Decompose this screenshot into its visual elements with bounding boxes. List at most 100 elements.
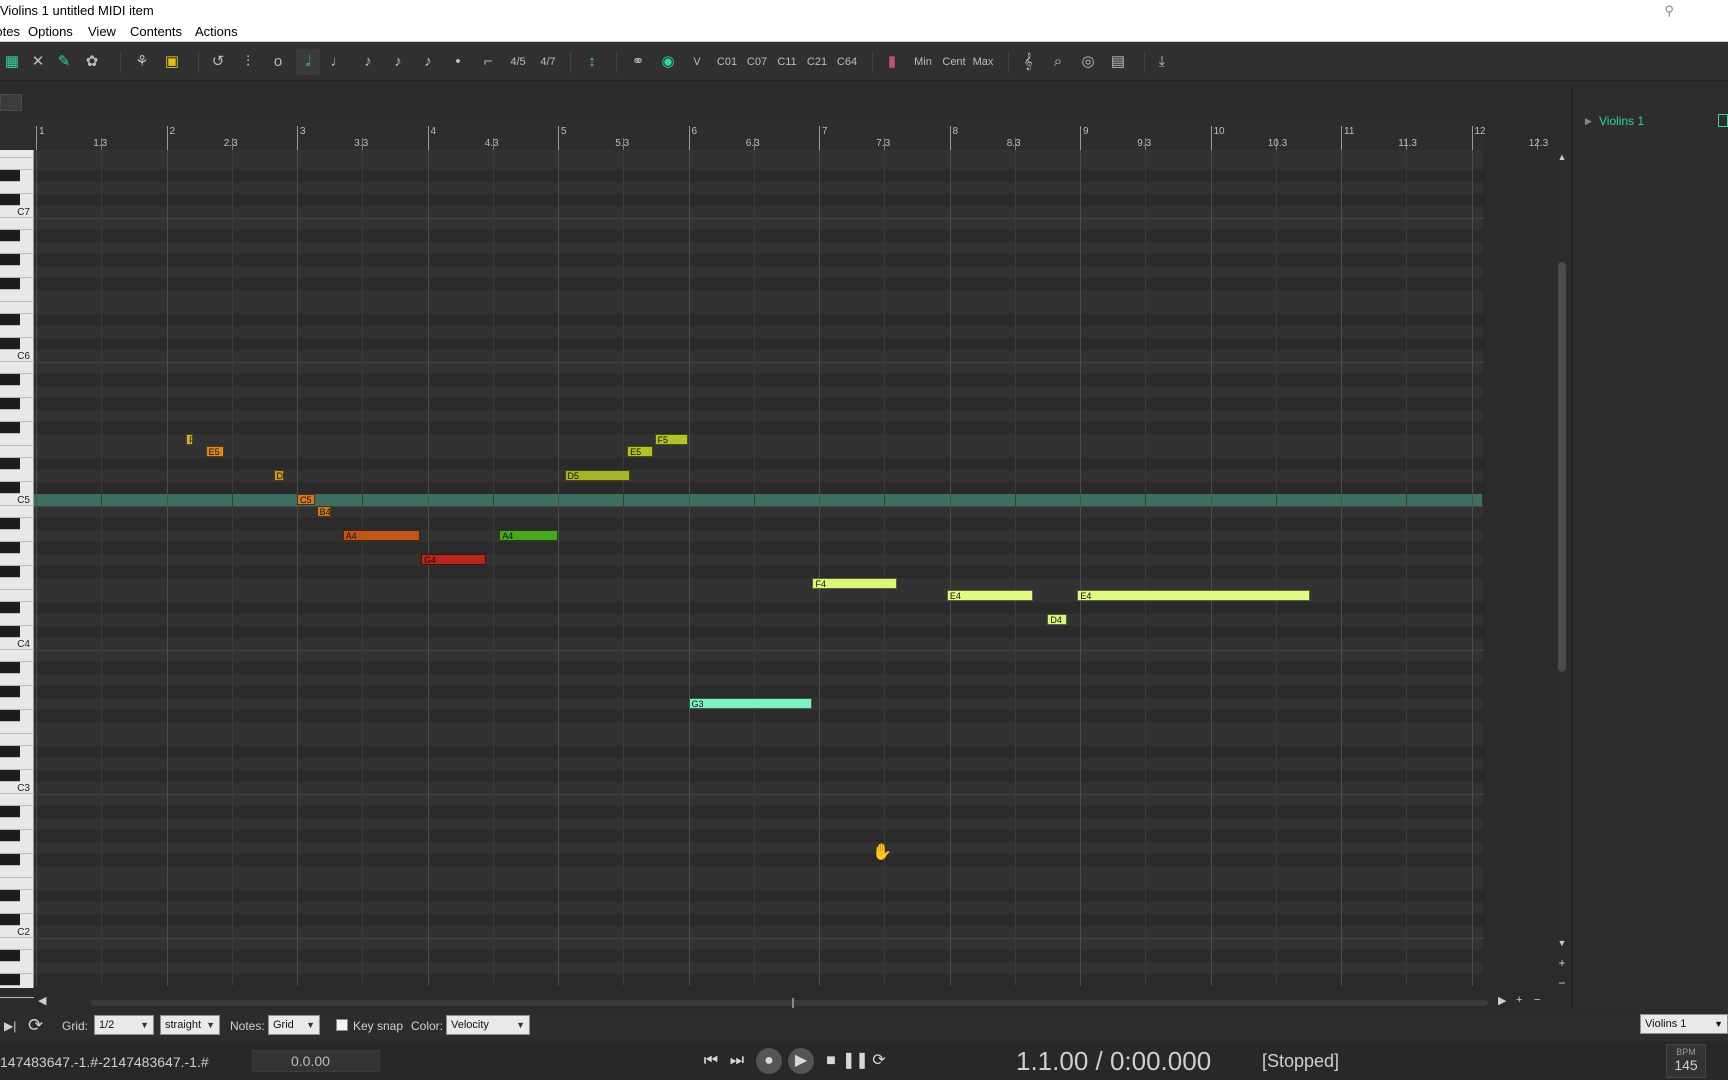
piano-key[interactable] xyxy=(0,218,34,230)
piano-key[interactable] xyxy=(0,590,34,602)
midi-note[interactable]: A4 xyxy=(342,530,420,541)
track-name-violins[interactable]: Violins 1 xyxy=(1599,114,1644,128)
piano-key[interactable] xyxy=(0,806,20,818)
repeat-button[interactable]: ⟳ xyxy=(866,1048,892,1074)
piano-key[interactable] xyxy=(0,830,20,842)
midi-note[interactable]: A4 xyxy=(499,530,558,541)
go-to-start-icon[interactable]: ⏮ xyxy=(698,1048,724,1074)
thirtysecond-note-icon[interactable]: ♪ xyxy=(416,49,440,75)
piano-key[interactable] xyxy=(0,482,20,494)
scroll-right-icon[interactable]: ▶ xyxy=(1498,994,1506,1007)
piano-key[interactable] xyxy=(0,194,20,206)
piano-key[interactable] xyxy=(0,254,20,266)
piano-key[interactable] xyxy=(0,374,20,386)
piano-key[interactable] xyxy=(0,734,34,746)
piano-key[interactable] xyxy=(0,602,20,614)
key-snap-checkbox[interactable] xyxy=(336,1019,348,1031)
half-note-icon[interactable]: 𝅗𝅥 xyxy=(296,49,320,75)
go-to-end-icon[interactable]: ⏭ xyxy=(724,1048,750,1074)
piano-key[interactable] xyxy=(0,902,34,914)
cent-button[interactable]: Cent xyxy=(940,49,968,75)
piano-key[interactable] xyxy=(0,470,34,482)
vertical-scrollbar[interactable]: ▲ ▼ xyxy=(1556,150,1568,952)
scroll-up-icon[interactable]: ▲ xyxy=(1556,152,1568,162)
eighth-note-icon[interactable]: ♪ xyxy=(356,49,380,75)
grid-view-icon[interactable]: ▦ xyxy=(0,49,24,75)
whole-note-icon[interactable]: o xyxy=(266,49,290,75)
piano-key[interactable] xyxy=(0,530,34,542)
midi-note[interactable]: F5 xyxy=(654,434,689,445)
select-tool-icon[interactable]: ✕ xyxy=(26,49,50,75)
piano-key[interactable] xyxy=(0,986,34,998)
menu-options[interactable]: Options xyxy=(28,22,73,42)
piano-key[interactable] xyxy=(0,266,34,278)
piano-key[interactable] xyxy=(0,626,20,638)
midi-note[interactable]: E4 xyxy=(946,590,1033,601)
midi-note[interactable]: D5 xyxy=(273,470,284,481)
eye-icon[interactable]: ◉ xyxy=(656,49,680,75)
piano-key[interactable] xyxy=(0,758,34,770)
piano-key[interactable] xyxy=(0,446,34,458)
piano-key[interactable] xyxy=(0,950,20,962)
midi-note[interactable]: E5 xyxy=(205,446,224,457)
stop-button[interactable]: ■ xyxy=(818,1048,844,1074)
pause-button[interactable]: ❚❚ xyxy=(842,1048,869,1074)
piano-key[interactable] xyxy=(0,566,20,578)
piano-key[interactable] xyxy=(0,158,34,170)
midi-item-icon[interactable]: ▣ xyxy=(160,49,184,75)
menu-view[interactable]: View xyxy=(88,22,116,42)
zoom-in-icon[interactable]: + xyxy=(1556,956,1568,970)
piano-key[interactable] xyxy=(0,542,20,554)
record-button[interactable]: ● xyxy=(756,1048,782,1074)
draw-tool-icon[interactable]: ✎ xyxy=(52,49,76,75)
horizontal-scrollbar[interactable]: ◀ ▶ + − xyxy=(34,986,1556,1010)
zoom-out-icon[interactable]: − xyxy=(1556,976,1568,990)
treble-clef-icon[interactable]: 𝄞 xyxy=(1016,49,1040,75)
piano-key[interactable] xyxy=(0,614,34,626)
loop-icon[interactable]: ↺ xyxy=(206,49,230,75)
piano-key[interactable] xyxy=(0,386,34,398)
grid-icon[interactable]: ⫶ xyxy=(236,49,260,75)
import-icon[interactable]: ⤓ xyxy=(1150,49,1174,75)
note-color-select[interactable]: Velocity ▼ xyxy=(446,1015,530,1035)
grid-size-select[interactable]: 1/2 ▼ xyxy=(94,1015,154,1035)
timeline-ruler[interactable]: 1 2 3 4 5 6 7 8 9 10 11 12 1.3 2.3 3.3 4.3 5.3 6.3 7.3 8.3 9… xyxy=(0,120,1548,150)
triplet-icon[interactable]: ⌐ xyxy=(476,49,500,75)
midi-note[interactable]: E5 xyxy=(627,446,654,457)
magnifier-icon[interactable]: ⌕ xyxy=(1046,49,1070,75)
cc-c01-button[interactable]: C01 xyxy=(714,49,740,75)
piano-key[interactable] xyxy=(0,278,20,290)
dotted-icon[interactable]: • xyxy=(446,49,470,75)
record-target-icon[interactable]: ◎ xyxy=(1076,49,1100,75)
midi-note[interactable]: G3 xyxy=(688,698,813,709)
piano-key[interactable] xyxy=(0,914,20,926)
pin-icon[interactable]: ⚲ xyxy=(1664,0,1674,22)
piano-key[interactable] xyxy=(0,842,34,854)
piano-key[interactable] xyxy=(0,974,20,986)
bar-graph-icon[interactable]: ▮ xyxy=(880,49,904,75)
swing-4-7-button[interactable]: 4/7 xyxy=(536,49,560,75)
expand-arrow-icon[interactable]: ▶ xyxy=(1585,116,1592,127)
midi-note[interactable]: F5 xyxy=(186,434,193,445)
horizontal-scroll-track[interactable] xyxy=(90,1000,1488,1006)
vertical-scroll-thumb[interactable] xyxy=(1558,262,1566,672)
menu-notes[interactable]: Notes xyxy=(0,22,20,42)
play-button[interactable]: ▶ xyxy=(788,1048,814,1074)
cc-c64-button[interactable]: C64 xyxy=(834,49,860,75)
piano-key[interactable] xyxy=(0,722,34,734)
quarter-note-icon[interactable]: ♩ xyxy=(326,49,350,75)
piano-key[interactable] xyxy=(0,170,20,182)
piano-key[interactable] xyxy=(0,578,34,590)
calculator-icon[interactable]: ▤ xyxy=(1106,49,1130,75)
piano-key[interactable] xyxy=(0,230,20,242)
scroll-down-icon[interactable]: ▼ xyxy=(1556,938,1568,948)
piano-key[interactable] xyxy=(0,890,20,902)
h-zoom-out-icon[interactable]: − xyxy=(1534,994,1540,1006)
piano-key[interactable] xyxy=(0,554,34,566)
follow-play-icon[interactable]: ▶| xyxy=(4,1019,16,1033)
piano-key[interactable] xyxy=(0,854,20,866)
link-icon[interactable]: ⚭ xyxy=(626,49,650,75)
piano-key[interactable] xyxy=(0,746,20,758)
midi-note[interactable]: C5 xyxy=(297,494,316,505)
piano-key[interactable] xyxy=(0,458,20,470)
